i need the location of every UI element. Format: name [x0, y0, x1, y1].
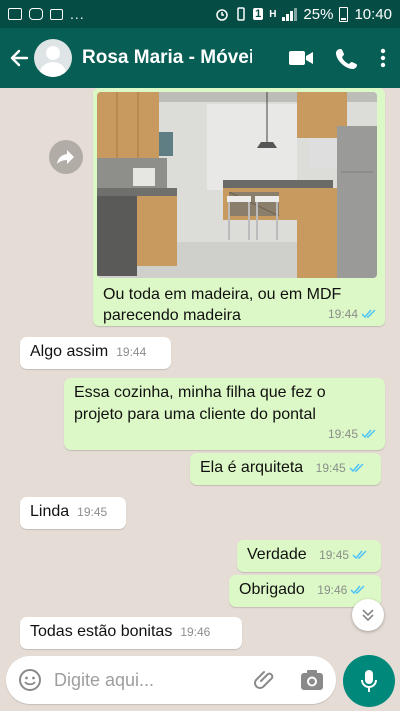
alarm-icon	[216, 9, 228, 21]
chevron-double-down-icon	[362, 609, 374, 622]
image-caption-line-2: parecendo madeira	[103, 307, 241, 324]
message-meta: 19:44	[116, 341, 146, 363]
battery-percent: 25%	[303, 5, 334, 23]
message-meta: 19:45	[316, 457, 365, 479]
read-ticks-icon	[349, 463, 364, 473]
kitchen-photo[interactable]	[97, 92, 377, 278]
voice-message-button[interactable]	[343, 655, 395, 707]
scroll-to-bottom-button[interactable]	[352, 599, 384, 631]
message-time: 19:46	[317, 583, 348, 597]
camera-icon[interactable]	[300, 669, 324, 691]
signal-icon	[282, 7, 298, 21]
message-icon	[50, 8, 63, 20]
status-bar: ... 1 H 25% 10:40	[0, 0, 400, 28]
message-meta: 19:46	[317, 579, 366, 601]
message-text: Todas estão bonitas	[30, 623, 173, 640]
forward-button[interactable]	[49, 140, 83, 174]
image-message[interactable]: Ou toda em madeira, ou em MDF parecendo …	[93, 88, 385, 326]
message-text-line-1: Essa cozinha, minha filha que fez o	[74, 384, 326, 401]
message-meta: 19:45	[77, 501, 107, 523]
message-time: 19:46	[180, 625, 211, 639]
message-meta: 19:45	[319, 544, 368, 566]
sim-indicator: 1	[253, 8, 264, 20]
message-time: 19:45	[319, 548, 350, 562]
instagram-icon	[29, 8, 43, 20]
message-meta: 19:44	[328, 307, 377, 321]
mic-icon	[361, 670, 377, 692]
battery-icon	[339, 6, 349, 22]
video-call-icon[interactable]	[288, 49, 314, 67]
outgoing-message[interactable]: Verdade 19:45	[237, 540, 381, 572]
chat-header: Rosa Maria - Móveis Planejados	[0, 28, 400, 88]
read-ticks-icon	[352, 550, 367, 560]
message-composer	[6, 656, 336, 704]
read-ticks-icon	[350, 585, 365, 595]
message-text: Linda	[30, 503, 70, 520]
message-time: 19:45	[77, 505, 108, 519]
outgoing-message[interactable]: Ela é arquiteta 19:45	[190, 453, 381, 485]
clock: 10:40	[354, 5, 392, 23]
message-text-line-2: projeto para uma cliente do pontal	[74, 406, 316, 423]
read-ticks-icon	[361, 309, 376, 319]
incoming-message[interactable]: Todas estão bonitas 19:46	[20, 617, 242, 649]
message-text: Ela é arquiteta	[200, 459, 304, 476]
read-ticks-icon	[361, 429, 376, 439]
avatar[interactable]	[34, 39, 72, 77]
more-vert-icon[interactable]	[380, 48, 386, 68]
message-meta: 19:45	[328, 423, 377, 445]
message-time: 19:44	[116, 345, 147, 359]
message-text: Verdade	[247, 546, 307, 563]
forward-icon	[57, 150, 74, 164]
vibrate-icon	[237, 7, 245, 21]
message-meta: 19:46	[180, 621, 210, 643]
message-time: 19:44	[327, 307, 358, 321]
status-overflow: ...	[70, 6, 85, 22]
contact-name[interactable]: Rosa Maria - Móveis Planejados	[82, 47, 252, 69]
message-list[interactable]: Ou toda em madeira, ou em MDF parecendo …	[0, 88, 400, 653]
incoming-message[interactable]: Linda 19:45	[20, 497, 126, 529]
image-caption-line-1: Ou toda em madeira, ou em MDF	[103, 286, 342, 303]
mail-icon	[8, 8, 22, 20]
kitchen-image	[97, 92, 377, 278]
phone-icon[interactable]	[336, 47, 358, 69]
back-button[interactable]	[8, 47, 30, 69]
incoming-message[interactable]: Algo assim 19:44	[20, 337, 171, 369]
message-text: Algo assim	[30, 343, 109, 360]
message-time: 19:45	[327, 427, 358, 441]
message-text: Obrigado	[239, 581, 305, 598]
network-type: H	[269, 8, 277, 20]
message-input[interactable]	[54, 669, 244, 691]
arrow-left-icon	[10, 49, 29, 67]
paperclip-icon[interactable]	[254, 668, 278, 692]
outgoing-message[interactable]: Essa cozinha, minha filha que fez o proj…	[64, 378, 385, 450]
emoji-icon[interactable]	[18, 668, 42, 692]
message-time: 19:45	[315, 461, 346, 475]
